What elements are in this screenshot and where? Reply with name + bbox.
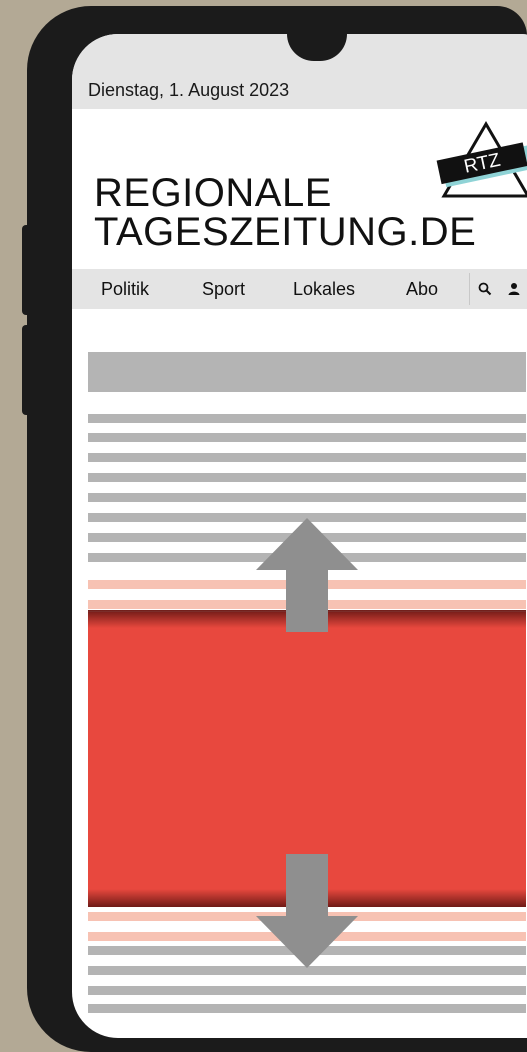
camera-notch <box>287 34 347 61</box>
status-bar: Dienstag, 1. August 2023 <box>72 34 527 109</box>
article-headline-placeholder <box>88 352 526 392</box>
rtz-logo[interactable]: RTZ <box>436 120 527 202</box>
status-date: Dienstag, 1. August 2023 <box>88 80 290 100</box>
search-button[interactable] <box>471 275 499 303</box>
text-line-placeholder <box>88 493 526 502</box>
arrow-up-icon <box>256 518 358 632</box>
nav-divider <box>469 273 470 305</box>
site-title[interactable]: REGIONALE TAGESZEITUNG.DE <box>94 171 477 254</box>
search-icon <box>478 282 492 296</box>
nav-item-abo[interactable]: Abo <box>406 269 438 309</box>
text-line-placeholder <box>88 1004 526 1013</box>
text-line-placeholder <box>88 414 526 423</box>
arrow-down-icon <box>256 854 358 968</box>
text-line-placeholder <box>88 433 526 442</box>
main-nav: Politik Sport Lokales Abo <box>72 269 527 309</box>
text-line-placeholder <box>88 473 526 482</box>
phone-frame: Dienstag, 1. August 2023 REGIONALE TAGES… <box>27 6 527 1052</box>
text-line-placeholder <box>88 453 526 462</box>
nav-item-sport[interactable]: Sport <box>202 269 245 309</box>
user-icon <box>508 283 520 295</box>
nav-item-politik[interactable]: Politik <box>101 269 149 309</box>
nav-item-lokales[interactable]: Lokales <box>293 269 355 309</box>
site-title-line1: REGIONALE <box>94 171 332 215</box>
site-title-line2: TAGESZEITUNG.DE <box>94 210 477 254</box>
account-button[interactable] <box>500 275 527 303</box>
text-line-placeholder <box>88 986 526 995</box>
phone-screen: Dienstag, 1. August 2023 REGIONALE TAGES… <box>72 34 527 1038</box>
